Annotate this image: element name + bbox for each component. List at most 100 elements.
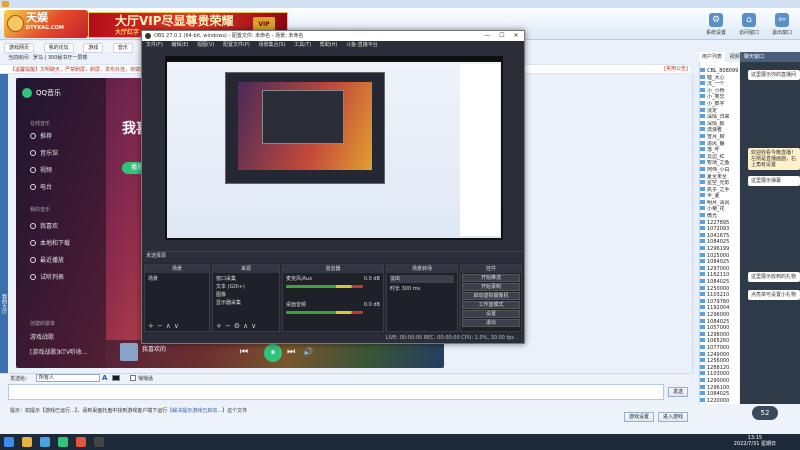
menu-profile[interactable]: 配置文件(P)	[223, 42, 250, 48]
start-streaming-button[interactable]: 开始推流	[462, 274, 520, 282]
sidebar-item-radio[interactable]: 电台	[30, 183, 52, 193]
sidebar-item-recent[interactable]: 最近播放	[30, 256, 64, 266]
brand-logo[interactable]: 天娱 DTYXAG.COM	[4, 10, 88, 38]
user-list-item[interactable]: 1041675	[700, 232, 738, 240]
user-list-item[interactable]: 小_数字	[700, 100, 738, 108]
source-item[interactable]: 图像	[216, 291, 276, 299]
menu-view[interactable]: 视图(V)	[197, 42, 214, 48]
user-list-item[interactable]: 1296000	[700, 311, 738, 319]
menu-help[interactable]: 帮助(H)	[320, 42, 338, 48]
close-icon[interactable]: ✕	[509, 31, 523, 41]
main-scrollbar[interactable]	[692, 74, 699, 374]
user-list-item[interactable]: 1296100	[700, 384, 738, 392]
menu-douyu[interactable]: 斗鱼-直播平台	[346, 42, 378, 48]
user-list-item[interactable]: 1288120	[700, 364, 738, 372]
message-input[interactable]	[8, 384, 664, 400]
menu-game-web[interactable]: 游戏网页	[4, 43, 35, 53]
menu-forum[interactable]: 我的论坛	[43, 43, 74, 53]
menu-game[interactable]: 游戏	[83, 43, 104, 53]
system-settings-button[interactable]: ⚙ 系统设置	[703, 12, 729, 38]
user-list-item[interactable]: 半_夏	[700, 193, 738, 200]
user-list-item[interactable]: 1079780	[700, 298, 738, 306]
source-item[interactable]: 文本 (GDI+)	[216, 283, 276, 291]
user-list-item[interactable]: 沉_一个	[700, 81, 738, 88]
user-list-item[interactable]: 1249000	[700, 351, 738, 359]
user-list-item[interactable]: 小菊_花	[700, 206, 738, 213]
menu-scene-collection[interactable]: 场景集合(S)	[258, 42, 285, 48]
sidebar-item-local[interactable]: 本地和下载	[30, 239, 70, 249]
user-list-item[interactable]: 淡定	[700, 107, 738, 115]
user-list-item[interactable]: 1256000	[700, 358, 738, 365]
user-list-item[interactable]: 小_笑忘	[700, 94, 738, 101]
volume-icon[interactable]: 🔊	[303, 347, 313, 356]
obs-titlebar[interactable]: OBS 27.0.1 (64-bit, windows) - 配置文件: 未命名…	[142, 31, 524, 41]
user-list-item[interactable]: 夏至未至	[700, 173, 738, 181]
user-list-item[interactable]: 1057000	[700, 325, 738, 332]
user-list-item[interactable]: 1077000	[700, 344, 738, 352]
user-list-item[interactable]: 1084025	[700, 279, 738, 286]
user-list-item[interactable]: 1250000	[700, 285, 738, 293]
user-list-item[interactable]: 深情_颜	[700, 120, 738, 128]
user-list-item[interactable]: 追风_静	[700, 140, 738, 148]
playlist-item[interactable]: [游戏战歌]KTV听收...	[30, 348, 88, 358]
playlist-item[interactable]: 游戏战歌	[30, 333, 54, 343]
sources-toolbar-icons[interactable]: +−⚙∧∨	[216, 322, 259, 330]
private-chat-checkbox[interactable]	[130, 375, 136, 381]
user-list-item[interactable]: 1290000	[700, 377, 738, 385]
system-clock[interactable]: 13:15 2022/7/31 星期日	[734, 435, 776, 447]
previous-track-icon[interactable]: ⏮	[240, 347, 248, 357]
user-list-item[interactable]: 1296199	[700, 246, 738, 253]
user-list-item[interactable]: 1103210	[700, 292, 738, 299]
send-button[interactable]: 发送	[668, 387, 688, 397]
menu-file[interactable]: 文件(F)	[146, 42, 163, 48]
user-list-item[interactable]: 1227895	[700, 219, 738, 227]
font-icon[interactable]: A	[102, 374, 107, 382]
transition-duration[interactable]: 时长 300 ms	[390, 285, 454, 293]
sidebar-item-recommend[interactable]: 推荐	[30, 132, 52, 142]
menu-edit[interactable]: 编辑(E)	[171, 42, 188, 48]
menu-music[interactable]: 音乐	[112, 43, 133, 53]
user-list-item[interactable]: 微光	[700, 213, 738, 220]
exit-button[interactable]: 退出	[462, 319, 520, 327]
tip-link[interactable]: 【解决提示游戏已启动...】	[167, 408, 227, 414]
user-list-item[interactable]: 执子_之手	[700, 186, 738, 194]
user-list-item[interactable]: 1084025	[700, 259, 738, 266]
sidebar-item-trial[interactable]: 试听列表	[30, 273, 64, 283]
minimize-icon[interactable]: —	[480, 31, 494, 41]
settings-button[interactable]: 设置	[462, 310, 520, 318]
sidebar-item-video[interactable]: 视频	[30, 166, 52, 176]
tab-user-list[interactable]: 用户列表	[699, 52, 726, 62]
menu-tools[interactable]: 工具(T)	[294, 42, 311, 48]
send-to-select[interactable]: 所有人	[36, 374, 100, 382]
qqmusic-taskbar-icon[interactable]	[58, 437, 68, 447]
source-item[interactable]: 显示器采集	[216, 299, 276, 307]
start-recording-button[interactable]: 开始录制	[462, 283, 520, 291]
user-list-item[interactable]: 1298000	[700, 331, 738, 339]
file-explorer-icon[interactable]	[22, 437, 32, 447]
browser-icon[interactable]	[40, 437, 50, 447]
user-list-item[interactable]: 流浪者	[700, 127, 738, 134]
visit-window-button[interactable]: ⌂ 访问窗口	[736, 12, 762, 38]
game-settings-button[interactable]: 游戏设置	[624, 412, 654, 422]
notice-link[interactable]: [常用公告]	[664, 64, 688, 74]
next-track-icon[interactable]: ⏭	[287, 347, 295, 357]
user-list-item[interactable]: 深情_归来	[700, 114, 738, 121]
user-list-item[interactable]: CBL_808099	[700, 68, 738, 75]
user-list-item[interactable]: 1025000	[700, 252, 738, 260]
user-list-item[interactable]: 阿伟_小白	[700, 166, 738, 174]
floating-speed-widget[interactable]: 52	[752, 406, 778, 420]
user-list-item[interactable]: 1072093	[700, 226, 738, 233]
album-cover[interactable]	[120, 343, 138, 361]
exit-window-button[interactable]: ⇦ 退出窗口	[769, 12, 795, 38]
scenes-toolbar-icons[interactable]: +−∧∨	[148, 322, 182, 330]
user-list-item[interactable]: 1065260	[700, 338, 738, 345]
user-list-item[interactable]: 小_小桥	[700, 87, 738, 95]
source-item[interactable]: 窗口采集	[216, 275, 276, 283]
transition-select[interactable]: 淡出	[390, 275, 454, 283]
user-list-item[interactable]: 1297000	[700, 265, 738, 273]
user-list-item[interactable]: 嘘_大心	[700, 74, 738, 82]
user-list-item[interactable]: 明月_清风	[700, 199, 738, 207]
sidebar-item-music-hall[interactable]: 音乐馆	[30, 149, 58, 159]
user-list-item[interactable]: 1103000	[700, 371, 738, 378]
user-list-item[interactable]: 1084025	[700, 318, 738, 326]
